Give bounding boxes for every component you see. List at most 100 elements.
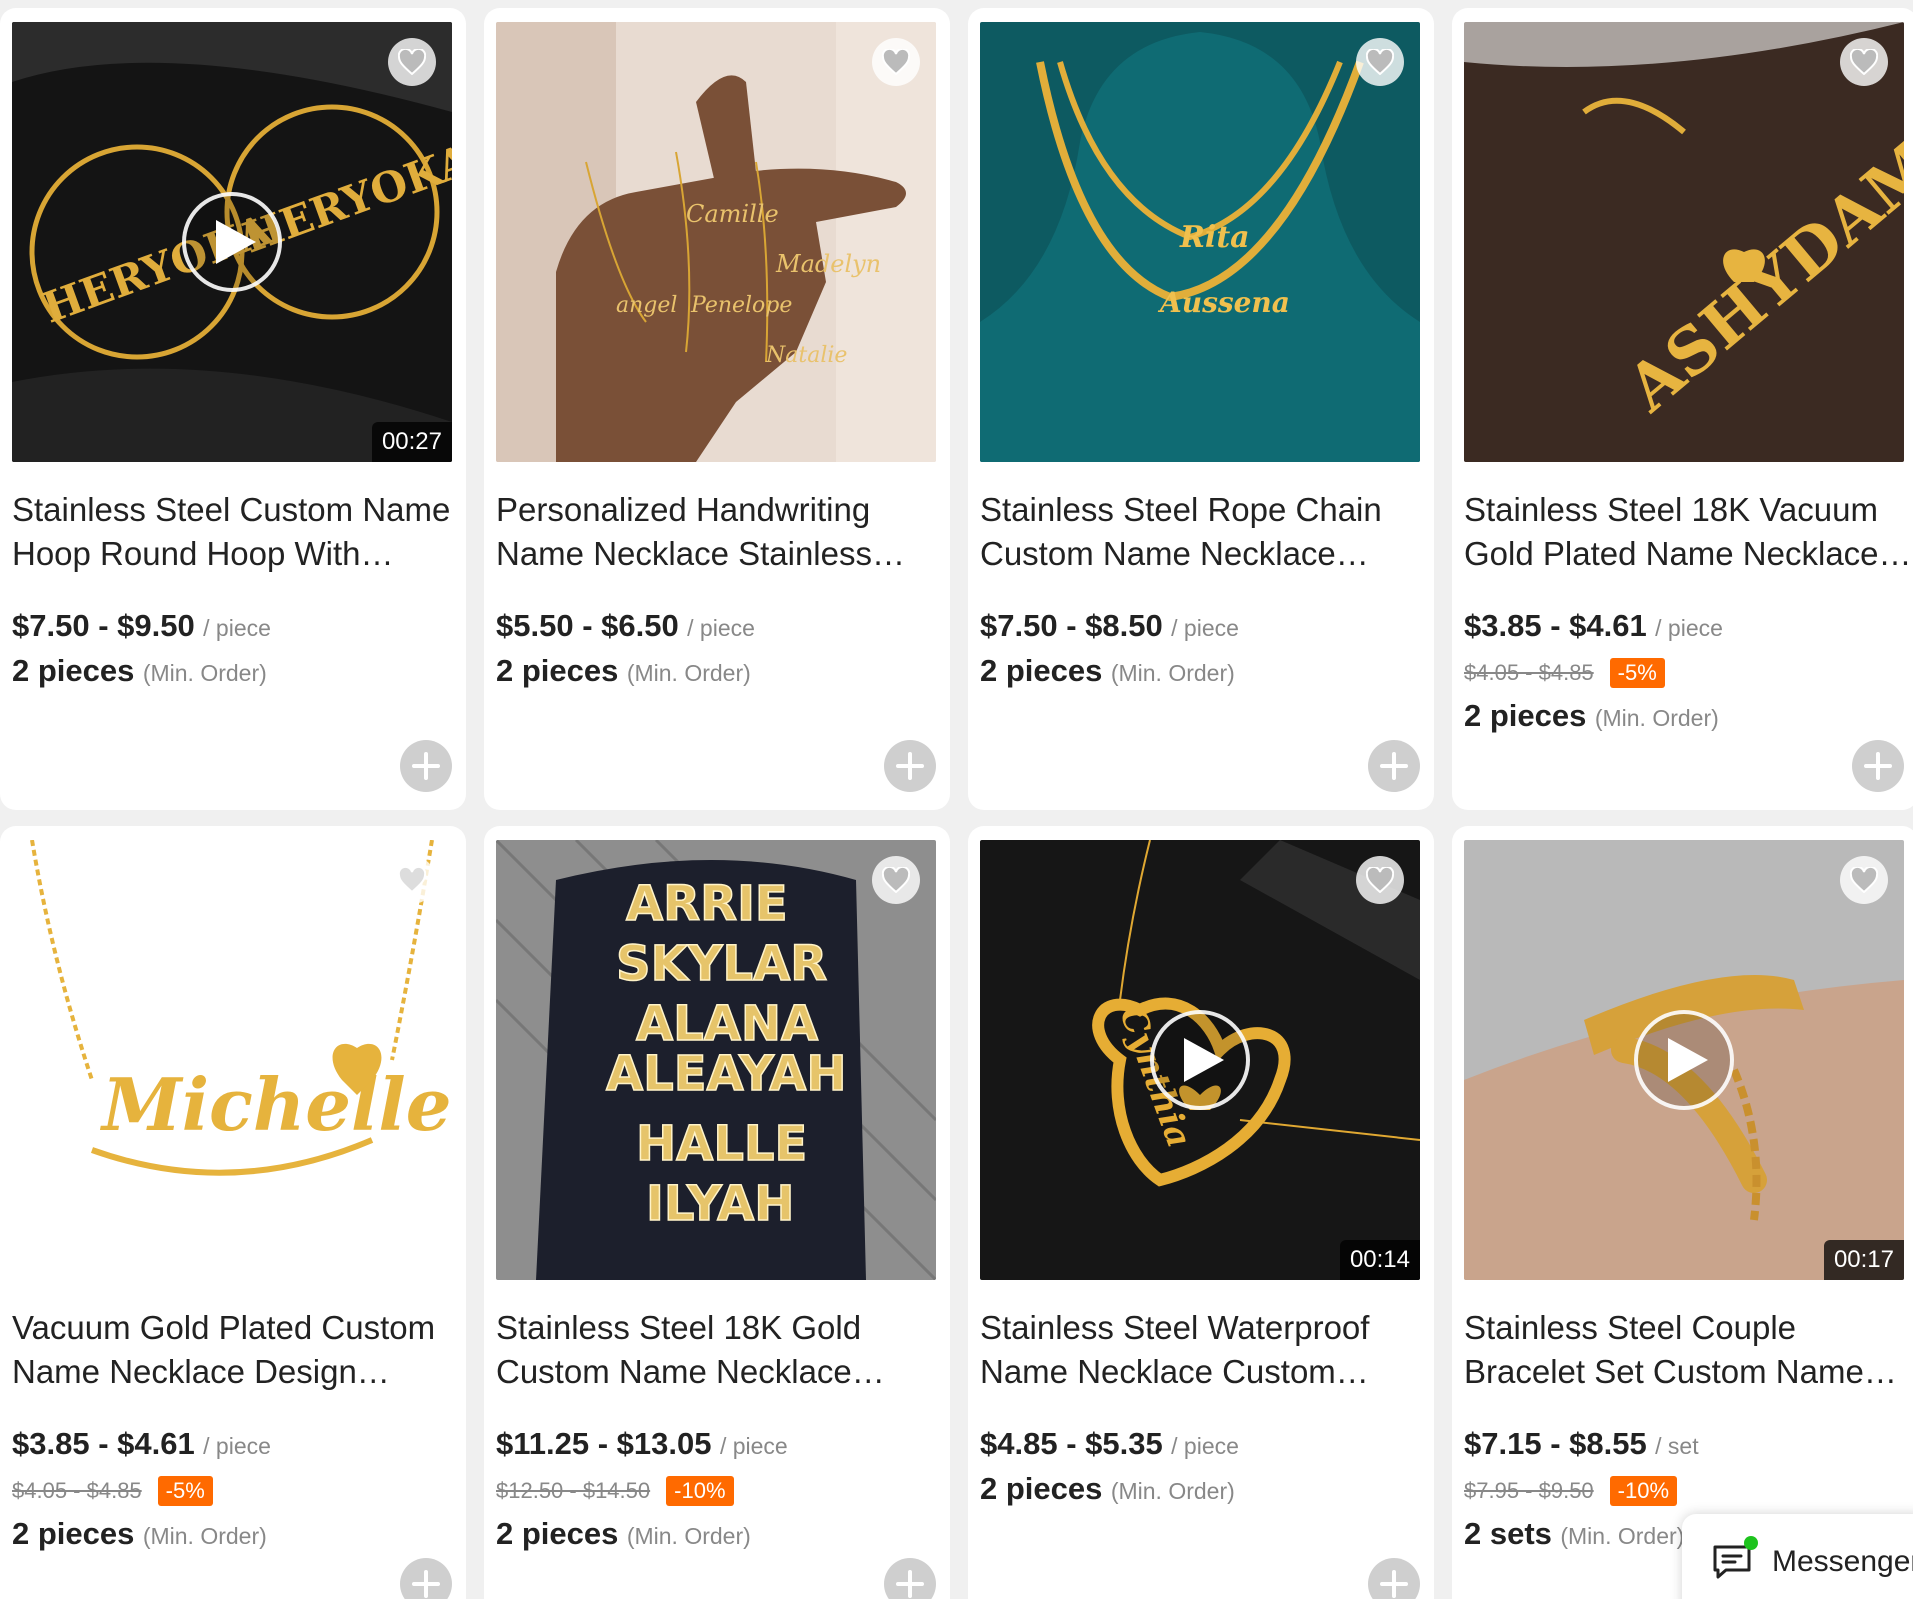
- min-order: 2 pieces (Min. Order): [980, 1471, 1235, 1507]
- favorite-heart-icon[interactable]: [872, 38, 920, 86]
- product-grid: HERYOKA HERYOKA 00:27 Stainless Steel Cu…: [0, 0, 1913, 1599]
- price-unit: / piece: [203, 615, 271, 641]
- svg-text:Natalie: Natalie: [765, 343, 847, 368]
- favorite-heart-icon[interactable]: [1356, 38, 1404, 86]
- add-to-compare-button[interactable]: [400, 740, 452, 792]
- price-range: $7.15 - $8.55: [1464, 1426, 1647, 1461]
- min-order-label: (Min. Order): [1110, 660, 1235, 686]
- plus-icon: [1864, 752, 1892, 780]
- chat-icon: [1712, 1536, 1758, 1580]
- product-title[interactable]: Stainless Steel Custom Name Hoop Round H…: [12, 488, 462, 576]
- price-unit: / piece: [719, 1433, 788, 1459]
- product-image[interactable]: Cynthia 00:14: [980, 840, 1420, 1280]
- min-order: 2 pieces (Min. Order): [496, 1516, 751, 1552]
- product-title[interactable]: Stainless Steel 18K Gold Custom Name Nec…: [496, 1306, 946, 1394]
- min-order-label: (Min. Order): [142, 660, 267, 686]
- price-unit: / piece: [203, 1433, 271, 1459]
- product-title[interactable]: Personalized Handwriting Name Necklace S…: [496, 488, 946, 576]
- product-card[interactable]: 00:17 Stainless Steel Couple Bracelet Se…: [1452, 826, 1913, 1599]
- price-unit: / piece: [1655, 615, 1723, 641]
- michelle-necklace-illustration: Michelle: [12, 840, 452, 1280]
- min-order-quantity: 2 pieces: [496, 653, 619, 688]
- price-range: $5.50 - $6.50: [496, 608, 679, 643]
- price-unit: / piece: [687, 615, 755, 641]
- play-video-icon[interactable]: [1634, 1010, 1734, 1110]
- original-price: $7.95 - $9.50: [1464, 1478, 1594, 1503]
- product-card[interactable]: Michelle Vacuum Gold Plated Custom Name …: [0, 826, 466, 1599]
- add-to-compare-button[interactable]: [400, 1558, 452, 1599]
- min-order-label: (Min. Order): [1594, 705, 1719, 731]
- product-image[interactable]: Michelle: [12, 840, 452, 1280]
- video-duration: 00:17: [1823, 1240, 1904, 1280]
- rope-chain-necklace-illustration: Rita Aussena: [980, 22, 1420, 462]
- product-card[interactable]: Rita Aussena Stainless Steel Rope Chain …: [968, 8, 1434, 810]
- product-title[interactable]: Stainless Steel Waterproof Name Necklace…: [980, 1306, 1430, 1394]
- add-to-compare-button[interactable]: [1368, 740, 1420, 792]
- price-row: $7.50 - $9.50 / piece: [12, 608, 271, 644]
- plus-icon: [1380, 752, 1408, 780]
- price-unit: / piece: [1171, 1433, 1239, 1459]
- min-order: 2 pieces (Min. Order): [1464, 698, 1719, 734]
- product-card[interactable]: ARRIE SKYLAR ALANA ALEAYAH HALLE ILYAH S…: [484, 826, 950, 1599]
- favorite-heart-icon[interactable]: [1840, 856, 1888, 904]
- price-range: $7.50 - $9.50: [12, 608, 195, 643]
- price-range: $4.85 - $5.35: [980, 1426, 1163, 1461]
- plus-icon: [896, 1570, 924, 1598]
- add-to-compare-button[interactable]: [884, 1558, 936, 1599]
- favorite-heart-icon[interactable]: [388, 38, 436, 86]
- discount-badge: -5%: [157, 1476, 213, 1506]
- min-order-label: (Min. Order): [1110, 1478, 1235, 1504]
- product-image[interactable]: Rita Aussena: [980, 22, 1420, 462]
- plus-icon: [412, 752, 440, 780]
- product-card[interactable]: Camille Madelyn Penelope Natalie angel P…: [484, 8, 950, 810]
- min-order: 2 pieces (Min. Order): [12, 653, 267, 689]
- favorite-heart-icon[interactable]: [388, 856, 436, 904]
- price-range: $3.85 - $4.61: [12, 1426, 195, 1461]
- min-order-label: (Min. Order): [142, 1523, 267, 1549]
- dark-hand-necklace-illustration: ASHYDAM: [1464, 22, 1904, 462]
- bling-necklaces-illustration: ARRIE SKYLAR ALANA ALEAYAH HALLE ILYAH: [496, 840, 936, 1280]
- svg-text:Aussena: Aussena: [1157, 286, 1290, 319]
- price-row: $7.15 - $8.55 / set: [1464, 1426, 1699, 1462]
- product-card[interactable]: HERYOKA HERYOKA 00:27 Stainless Steel Cu…: [0, 8, 466, 810]
- plus-icon: [1380, 1570, 1408, 1598]
- product-card[interactable]: Cynthia 00:14 Stainless Steel Waterproof…: [968, 826, 1434, 1599]
- messenger-button[interactable]: Messenger: [1682, 1514, 1913, 1599]
- discount-badge: -10%: [666, 1476, 734, 1506]
- product-image[interactable]: ASHYDAM: [1464, 22, 1904, 462]
- original-price: $4.05 - $4.85: [12, 1478, 142, 1503]
- min-order-quantity: 2 pieces: [12, 1516, 135, 1551]
- add-to-compare-button[interactable]: [1852, 740, 1904, 792]
- product-image[interactable]: HERYOKA HERYOKA 00:27: [12, 22, 452, 462]
- product-title[interactable]: Stainless Steel Couple Bracelet Set Cust…: [1464, 1306, 1913, 1394]
- min-order: 2 pieces (Min. Order): [12, 1516, 267, 1552]
- favorite-heart-icon[interactable]: [1356, 856, 1404, 904]
- play-video-icon[interactable]: [182, 192, 282, 292]
- play-video-icon[interactable]: [1150, 1010, 1250, 1110]
- min-order: 2 pieces (Min. Order): [980, 653, 1235, 689]
- product-image[interactable]: Camille Madelyn Penelope Natalie angel: [496, 22, 936, 462]
- product-image[interactable]: ARRIE SKYLAR ALANA ALEAYAH HALLE ILYAH: [496, 840, 936, 1280]
- svg-text:Michelle: Michelle: [99, 1062, 452, 1147]
- product-card[interactable]: ASHYDAM Stainless Steel 18K Vacuum Gold …: [1452, 8, 1913, 810]
- add-to-compare-button[interactable]: [884, 740, 936, 792]
- product-image[interactable]: 00:17: [1464, 840, 1904, 1280]
- messenger-label: Messenger: [1772, 1545, 1913, 1578]
- plus-icon: [412, 1570, 440, 1598]
- add-to-compare-button[interactable]: [1368, 1558, 1420, 1599]
- plus-icon: [896, 752, 924, 780]
- product-title[interactable]: Vacuum Gold Plated Custom Name Necklace …: [12, 1306, 462, 1394]
- favorite-heart-icon[interactable]: [872, 856, 920, 904]
- product-title[interactable]: Stainless Steel 18K Vacuum Gold Plated N…: [1464, 488, 1913, 576]
- svg-text:ALANA: ALANA: [636, 996, 818, 1052]
- min-order-quantity: 2 pieces: [12, 653, 135, 688]
- product-title[interactable]: Stainless Steel Rope Chain Custom Name N…: [980, 488, 1430, 576]
- min-order: 2 pieces (Min. Order): [496, 653, 751, 689]
- svg-text:angel: angel: [616, 293, 677, 318]
- favorite-heart-icon[interactable]: [1840, 38, 1888, 86]
- svg-text:SKYLAR: SKYLAR: [616, 936, 827, 992]
- original-price-row: $4.05 - $4.85 -5%: [12, 1476, 213, 1506]
- price-row: $7.50 - $8.50 / piece: [980, 608, 1239, 644]
- discount-badge: -5%: [1609, 658, 1665, 688]
- price-row: $11.25 - $13.05 / piece: [496, 1426, 788, 1462]
